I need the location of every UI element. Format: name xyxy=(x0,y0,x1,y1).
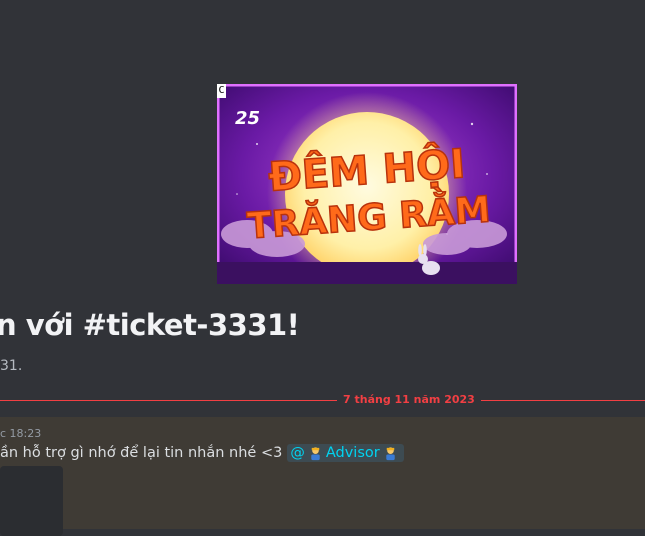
message-timestamp[interactable]: c 18:23 xyxy=(0,427,41,440)
channel-welcome-title: n với #ticket-3331! xyxy=(0,308,300,342)
new-messages-divider xyxy=(0,400,645,401)
mention-at: @ xyxy=(290,445,305,461)
image-corner-glyph: C xyxy=(217,84,226,98)
worker-emoji-icon-2 xyxy=(386,446,395,460)
message-embed[interactable] xyxy=(0,466,63,536)
message-item[interactable]: c 18:23 ần hỗ trợ gì nhớ để lại tin nhắn… xyxy=(0,417,645,536)
moon-festival-artwork: ĐÊM HỘI TRĂNG RẰM 25 xyxy=(217,84,517,284)
event-banner-image[interactable]: ĐÊM HỘI TRĂNG RẰM 25 C xyxy=(217,84,517,284)
message-text: ần hỗ trợ gì nhớ để lại tin nhắn nhé <3 xyxy=(0,445,283,461)
message-content: ần hỗ trợ gì nhớ để lại tin nhắn nhé <3 … xyxy=(0,444,404,462)
mention-role-name: Advisor xyxy=(325,445,380,461)
channel-welcome-subtitle: 31. xyxy=(0,358,23,374)
date-divider-label: 7 tháng 11 năm 2023 xyxy=(337,393,481,406)
role-mention[interactable]: @ Advisor xyxy=(287,444,404,462)
brand-logo: 25 xyxy=(235,108,260,129)
worker-emoji-icon xyxy=(311,446,320,460)
